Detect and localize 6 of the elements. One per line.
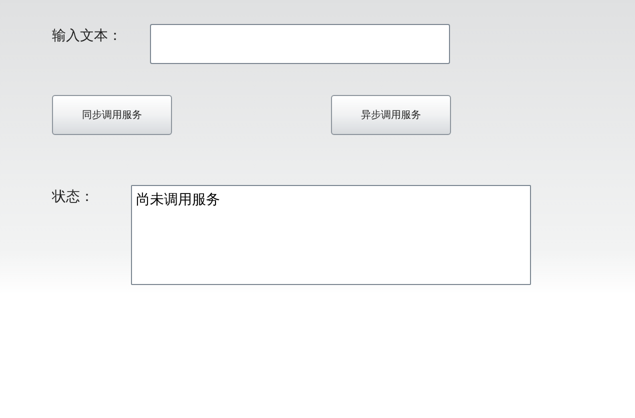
service-call-button[interactable]: 同步调用服务 xyxy=(52,95,172,135)
field-label: 输入文本： xyxy=(52,27,123,46)
status-text-area[interactable]: 尚未调用服务 xyxy=(131,185,531,285)
status-label: 状态： xyxy=(52,188,95,207)
text-input-field[interactable] xyxy=(150,24,450,64)
service-call-button[interactable]: 异步调用服务 xyxy=(331,95,451,135)
